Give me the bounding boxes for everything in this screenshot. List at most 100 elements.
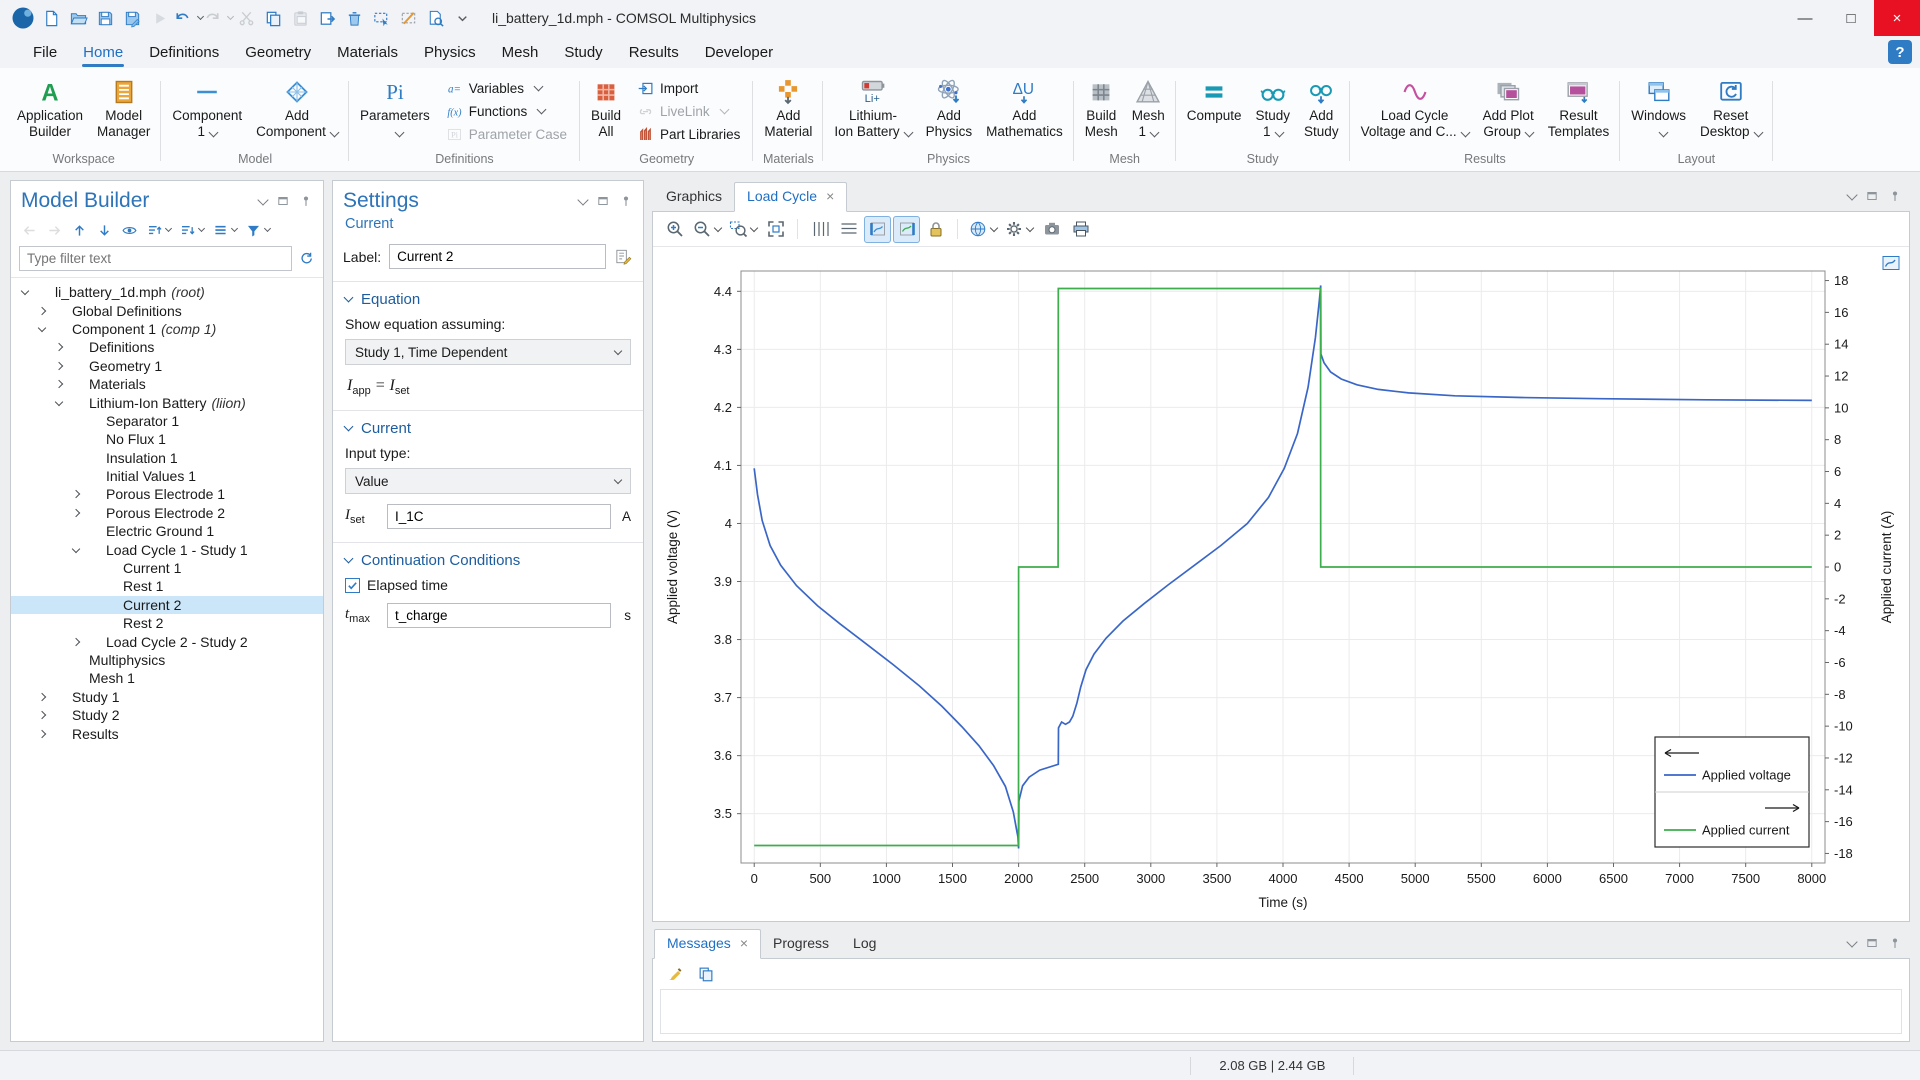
- tree-expander-icon[interactable]: [51, 363, 66, 369]
- open-file-icon[interactable]: [65, 5, 92, 31]
- plot-window-icon[interactable]: [1881, 253, 1901, 273]
- tree-node-current-2[interactable]: Current 2: [11, 596, 323, 614]
- pin-icon[interactable]: [1888, 189, 1902, 203]
- tree-expander-icon[interactable]: [51, 381, 66, 387]
- plot-canvas[interactable]: 0500100015002000250030003500400045005000…: [653, 247, 1909, 921]
- undo-icon[interactable]: [173, 5, 203, 31]
- float-window-icon[interactable]: [1865, 936, 1879, 950]
- ribbon-model-manager-button[interactable]: ModelManager: [90, 71, 157, 151]
- grid-x-icon[interactable]: [835, 216, 862, 243]
- menu-physics[interactable]: Physics: [411, 39, 489, 66]
- tree-node-current-1[interactable]: Current 1: [11, 559, 323, 577]
- msg-clear-icon[interactable]: [661, 961, 688, 988]
- input-type-dropdown[interactable]: Value: [345, 468, 631, 494]
- tree-expander-icon[interactable]: [17, 290, 32, 294]
- tree-node-li_battery_1d.mph[interactable]: li_battery_1d.mph(root): [11, 283, 323, 301]
- tree-expander-icon[interactable]: [34, 712, 49, 718]
- ribbon-study-1-button[interactable]: Study1: [1249, 71, 1298, 151]
- ribbon-build-mesh-button[interactable]: BuildMesh: [1078, 71, 1125, 151]
- tree-node-lithium-ion-battery[interactable]: Lithium-Ion Battery(liion): [11, 393, 323, 411]
- tree-node-mesh-1[interactable]: Mesh 1: [11, 669, 323, 687]
- ribbon-livelink-button[interactable]: LiveLink: [632, 101, 745, 122]
- chevron-down-icon[interactable]: [577, 194, 588, 205]
- plot-settings-icon[interactable]: [1002, 216, 1036, 243]
- maximize-button[interactable]: □: [1828, 0, 1874, 36]
- messages-tab-progress[interactable]: Progress: [761, 929, 841, 958]
- label-input[interactable]: [389, 244, 606, 269]
- cut-icon[interactable]: [233, 5, 260, 31]
- run-icon[interactable]: [146, 5, 173, 31]
- move-up-icon[interactable]: [71, 222, 88, 239]
- menu-materials[interactable]: Materials: [324, 39, 411, 66]
- tmax-input[interactable]: [387, 603, 611, 628]
- menu-file[interactable]: File: [20, 39, 70, 66]
- label-reference-icon[interactable]: [614, 247, 633, 266]
- tree-expander-icon[interactable]: [51, 344, 66, 350]
- zoom-extents-icon[interactable]: [762, 216, 789, 243]
- close-button[interactable]: ×: [1874, 0, 1920, 36]
- tree-node-study-1[interactable]: Study 1: [11, 688, 323, 706]
- image-snapshot-icon[interactable]: [1038, 216, 1065, 243]
- tree-node-rest-2[interactable]: Rest 2: [11, 614, 323, 632]
- filter-input[interactable]: [19, 246, 292, 271]
- tree-expander-icon[interactable]: [68, 639, 83, 645]
- menu-mesh[interactable]: Mesh: [489, 39, 552, 66]
- menu-definitions[interactable]: Definitions: [136, 39, 232, 66]
- close-tab-icon[interactable]: ×: [826, 188, 834, 204]
- tree-expander-icon[interactable]: [68, 548, 83, 552]
- select-box-icon[interactable]: [368, 5, 395, 31]
- preview-document-icon[interactable]: [422, 5, 449, 31]
- ribbon-add-study-button[interactable]: AddStudy: [1297, 71, 1346, 151]
- tree-expander-icon[interactable]: [34, 731, 49, 737]
- ribbon-variables-button[interactable]: a=Variables: [441, 78, 572, 99]
- delete-icon[interactable]: [341, 5, 368, 31]
- lock-axes-icon[interactable]: [922, 216, 949, 243]
- menu-developer[interactable]: Developer: [692, 39, 786, 66]
- ribbon-add-mathematics-button[interactable]: ΔUAddMathematics: [979, 71, 1070, 151]
- nav-back-icon[interactable]: [21, 222, 38, 239]
- tree-node-geometry-1[interactable]: Geometry 1: [11, 357, 323, 375]
- chevron-down-icon[interactable]: [257, 194, 268, 205]
- ribbon-functions-button[interactable]: f(x)Functions: [441, 101, 572, 122]
- chevron-down-icon[interactable]: [1846, 189, 1857, 200]
- tree-node-load-cycle-2---study-2[interactable]: Load Cycle 2 - Study 2: [11, 632, 323, 650]
- save-as-icon[interactable]: [119, 5, 146, 31]
- ribbon-add-physics-button[interactable]: AddPhysics: [919, 71, 980, 151]
- tree-node-electric-ground-1[interactable]: Electric Ground 1: [11, 522, 323, 540]
- tree-node-global-definitions[interactable]: Global Definitions: [11, 301, 323, 319]
- ribbon-loadcycle-voltageandc-button[interactable]: Load CycleVoltage and C...: [1354, 71, 1476, 151]
- ribbon-mesh-1-button[interactable]: Mesh1: [1125, 71, 1172, 151]
- tree-node-results[interactable]: Results: [11, 724, 323, 742]
- tree-node-porous-electrode-1[interactable]: Porous Electrode 1: [11, 485, 323, 503]
- continuation-section-header[interactable]: Continuation Conditions: [345, 552, 631, 569]
- ribbon-addplot-group-button[interactable]: Add PlotGroup: [1476, 71, 1541, 151]
- tree-expander-icon[interactable]: [68, 510, 83, 516]
- pin-icon[interactable]: [619, 194, 633, 208]
- float-window-icon[interactable]: [596, 194, 610, 208]
- graphics-tab-load-cycle[interactable]: Load Cycle×: [734, 182, 847, 212]
- messages-tab-messages[interactable]: Messages×: [654, 929, 761, 959]
- tree-expander-icon[interactable]: [34, 694, 49, 700]
- chevron-down-icon[interactable]: [1846, 936, 1857, 947]
- close-tab-icon[interactable]: ×: [740, 935, 748, 951]
- tree-node-materials[interactable]: Materials: [11, 375, 323, 393]
- tree-node-separator-1[interactable]: Separator 1: [11, 412, 323, 430]
- menu-results[interactable]: Results: [616, 39, 692, 66]
- iset-input[interactable]: [387, 504, 611, 529]
- tree-expander-icon[interactable]: [34, 308, 49, 314]
- nav-forward-icon[interactable]: [46, 222, 63, 239]
- scene-options-icon[interactable]: [966, 216, 1000, 243]
- ribbon-component-1-button[interactable]: Component1: [165, 71, 249, 151]
- equation-assumption-dropdown[interactable]: Study 1, Time Dependent: [345, 339, 631, 365]
- toolbar-overflow-icon[interactable]: [449, 5, 476, 31]
- elapsed-time-checkbox[interactable]: [345, 578, 360, 593]
- tree-node-no-flux-1[interactable]: No Flux 1: [11, 430, 323, 448]
- tree-node-definitions[interactable]: Definitions: [11, 338, 323, 356]
- zoom-out-icon[interactable]: [690, 216, 724, 243]
- tree-expander-icon[interactable]: [51, 401, 66, 405]
- messages-content[interactable]: [660, 989, 1902, 1034]
- ribbon-parameter-case-button[interactable]: PiParameter Case: [441, 124, 572, 145]
- grid-y-icon[interactable]: [806, 216, 833, 243]
- menu-geometry[interactable]: Geometry: [232, 39, 324, 66]
- ribbon-result-templates-button[interactable]: ResultTemplates: [1541, 71, 1617, 151]
